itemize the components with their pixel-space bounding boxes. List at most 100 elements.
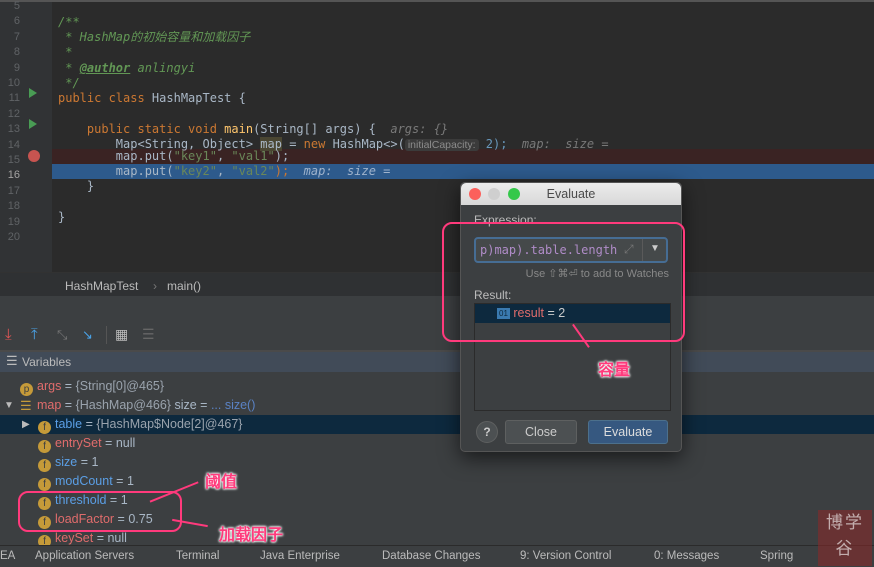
equals: =	[77, 455, 92, 469]
status-tab-messages[interactable]: 0: Messages	[654, 550, 719, 562]
line-number: 9	[13, 61, 20, 74]
keyword: public static void	[58, 122, 225, 136]
code-text: );	[274, 164, 304, 178]
line-number: 5	[13, 0, 20, 12]
string: "val1"	[231, 149, 275, 163]
line-number: 14	[7, 138, 20, 151]
evaluate-expression-icon[interactable]: ▦	[115, 326, 128, 343]
method-name: main	[224, 122, 254, 136]
status-tab-spring[interactable]: Spring	[760, 550, 793, 562]
status-tab-idea[interactable]: EA	[0, 550, 15, 562]
status-tab-application-servers[interactable]: Application Servers	[35, 550, 134, 562]
line-number: 8	[13, 46, 20, 59]
minimize-window-button[interactable]	[488, 188, 500, 200]
variable-name: modCount	[55, 474, 113, 488]
keyword: new	[303, 137, 333, 151]
variable-row[interactable]: ▼ ☰ map = {HashMap@466} size = ... size()	[0, 396, 874, 415]
line-number: 18	[7, 200, 20, 213]
field-icon: f	[38, 421, 51, 434]
variable-row[interactable]: p args = {String[0]@465}	[0, 377, 874, 396]
breadcrumb-item-class[interactable]: HashMapTest	[65, 279, 138, 293]
run-icon[interactable]	[29, 119, 37, 129]
code-text: HashMapTest {	[151, 91, 246, 105]
chevron-right-icon: ›	[153, 279, 157, 293]
string: "key1"	[173, 149, 217, 163]
equals: =	[61, 398, 76, 412]
string: "key2"	[173, 164, 217, 178]
code-comment: */	[58, 76, 80, 90]
variable-name: keySet	[55, 531, 94, 545]
equals: =	[61, 379, 76, 393]
line-number: 12	[7, 107, 20, 120]
code-comment: * HashMap的初始容量和加载因子	[58, 30, 251, 44]
run-icon[interactable]	[29, 88, 37, 98]
zoom-window-button[interactable]	[508, 188, 520, 200]
close-button[interactable]: Close	[505, 420, 577, 444]
equals: =	[112, 474, 127, 488]
line-number: 17	[7, 184, 20, 197]
annotation-capacity: 容量	[598, 362, 631, 379]
help-button[interactable]: ?	[476, 421, 498, 443]
trace-icon[interactable]: ☰	[142, 326, 155, 343]
variable-name: args	[37, 379, 62, 393]
watermark-logo: 博学谷	[818, 510, 872, 566]
run-to-cursor-icon[interactable]: ↘	[82, 327, 93, 343]
code-editor[interactable]: 5 6 7 8 9 10 11 12 13 14 15 16 17 18 19 20 /** * HashMa…	[0, 0, 874, 274]
variable-name: table	[55, 417, 83, 431]
status-tab-java-enterprise[interactable]: Java Enterprise	[260, 550, 340, 562]
status-bar: EA Application Servers Terminal Java Ent…	[0, 545, 874, 567]
code-comment: *	[58, 45, 73, 59]
variable-value: {HashMap$Node[2]@467}	[96, 417, 243, 431]
code-text: ,	[216, 149, 232, 163]
code-text: (String[] args) {	[253, 122, 391, 136]
field-icon: f	[38, 440, 51, 453]
variable-value: {String[0]@465}	[75, 379, 165, 393]
author-tag: @author	[79, 61, 131, 75]
step-into-icon[interactable]: ⤓	[5, 326, 12, 343]
inline-debug-value: map: size =	[303, 164, 391, 178]
variable-row[interactable]: f entrySet = null	[0, 434, 874, 453]
equals: =	[101, 436, 116, 450]
status-tab-version-control[interactable]: 9: Version Control	[520, 550, 611, 562]
step-out-icon[interactable]: ⤒	[31, 326, 38, 343]
annotation-threshold: 阈值	[205, 474, 238, 491]
drop-frame-icon[interactable]: ⤡	[57, 327, 67, 343]
field-icon: f	[38, 478, 51, 491]
expand-arrow-icon[interactable]: ▶	[22, 415, 30, 434]
status-tab-terminal[interactable]: Terminal	[176, 550, 219, 562]
keyword: public class	[58, 91, 152, 105]
size-link[interactable]: ... size()	[211, 398, 255, 412]
line-number: 11	[8, 92, 20, 105]
breakpoint-icon[interactable]	[28, 150, 40, 162]
variable-name: entrySet	[55, 436, 102, 450]
code-comment: *	[58, 61, 80, 75]
variable-name: size	[55, 455, 78, 469]
line-number: 13	[7, 123, 20, 136]
code-text: 2);	[478, 137, 522, 151]
variable-value: 1	[126, 474, 134, 488]
line-number: 20	[7, 231, 20, 243]
code-text: HashMap<>(	[332, 137, 405, 151]
status-tab-database-changes[interactable]: Database Changes	[382, 550, 480, 562]
divider	[106, 326, 107, 344]
variable-row[interactable]: f size = 1	[0, 453, 874, 472]
line-number: 19	[7, 215, 20, 228]
close-window-button[interactable]	[469, 188, 481, 200]
variable-value: 1	[91, 455, 99, 469]
line-number: 10	[7, 77, 20, 89]
collapse-arrow-icon[interactable]: ▼	[4, 396, 14, 415]
code-text: map.put(	[58, 164, 174, 178]
variable-row[interactable]: f modCount = 1	[0, 472, 874, 491]
equals: =	[82, 417, 97, 431]
line-number: 6	[13, 15, 20, 28]
variable-row[interactable]: ▶ f table = {HashMap$Node[2]@467}	[0, 415, 874, 434]
breadcrumb-item-method[interactable]: main()	[167, 279, 201, 293]
variable-name: map	[37, 398, 62, 412]
parameter-hint: initialCapacity:	[404, 139, 479, 151]
code-text: }	[58, 179, 95, 193]
inline-debug-value: map: size =	[521, 137, 609, 151]
breadcrumb: HashMapTest › main()	[0, 272, 874, 296]
annotation-box-capacity	[442, 222, 685, 342]
evaluate-button[interactable]: Evaluate	[588, 420, 668, 444]
inline-debug-value: args: {}	[390, 122, 449, 136]
